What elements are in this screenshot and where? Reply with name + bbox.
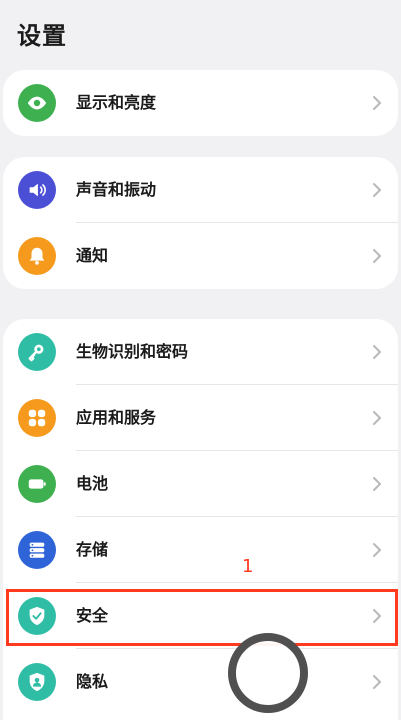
settings-item-biometrics[interactable]: 生物识别和密码 (3, 319, 398, 385)
bell-icon (18, 237, 56, 275)
settings-item-label: 应用和服务 (76, 408, 157, 427)
settings-item-label: 显示和亮度 (76, 93, 157, 112)
chevron-right-icon (373, 609, 381, 623)
settings-item-notifications[interactable]: 通知 (3, 223, 398, 289)
chevron-right-icon (373, 345, 381, 359)
chevron-right-icon (373, 543, 381, 557)
settings-item-privacy[interactable]: 隐私 (3, 649, 398, 715)
chevron-right-icon (373, 96, 381, 110)
settings-item-label: 生物识别和密码 (76, 342, 189, 361)
annotation-step-number: 1 (242, 556, 254, 577)
settings-item-label: 通知 (76, 246, 109, 265)
settings-item-sound[interactable]: 声音和振动 (3, 157, 398, 223)
settings-item-label: 隐私 (76, 672, 109, 691)
touch-indicator (228, 633, 308, 713)
key-icon (18, 333, 56, 371)
storage-icon (18, 531, 56, 569)
settings-item-label: 安全 (76, 606, 109, 625)
settings-item-label: 存储 (76, 540, 109, 559)
settings-item-label: 声音和振动 (76, 180, 157, 199)
apps-grid-icon (18, 399, 56, 437)
eye-icon (18, 84, 56, 122)
chevron-right-icon (373, 411, 381, 425)
settings-group-system: 生物识别和密码 应用和服务 电池 存储 安全 隐私 (3, 319, 398, 720)
speaker-icon (18, 171, 56, 209)
settings-item-apps[interactable]: 应用和服务 (3, 385, 398, 451)
settings-group-sound-notify: 声音和振动 通知 (3, 157, 398, 289)
settings-item-display[interactable]: 显示和亮度 (3, 70, 398, 136)
chevron-right-icon (373, 477, 381, 491)
settings-group-display: 显示和亮度 (3, 70, 398, 136)
chevron-right-icon (373, 675, 381, 689)
settings-item-label: 电池 (76, 474, 109, 493)
chevron-right-icon (373, 183, 381, 197)
chevron-right-icon (373, 249, 381, 263)
settings-item-security[interactable]: 安全 (3, 583, 398, 649)
page-title: 设置 (17, 22, 67, 50)
settings-item-battery[interactable]: 电池 (3, 451, 398, 517)
battery-icon (18, 465, 56, 503)
privacy-shield-icon (18, 663, 56, 701)
shield-check-icon (18, 597, 56, 635)
settings-item-storage[interactable]: 存储 (3, 517, 398, 583)
